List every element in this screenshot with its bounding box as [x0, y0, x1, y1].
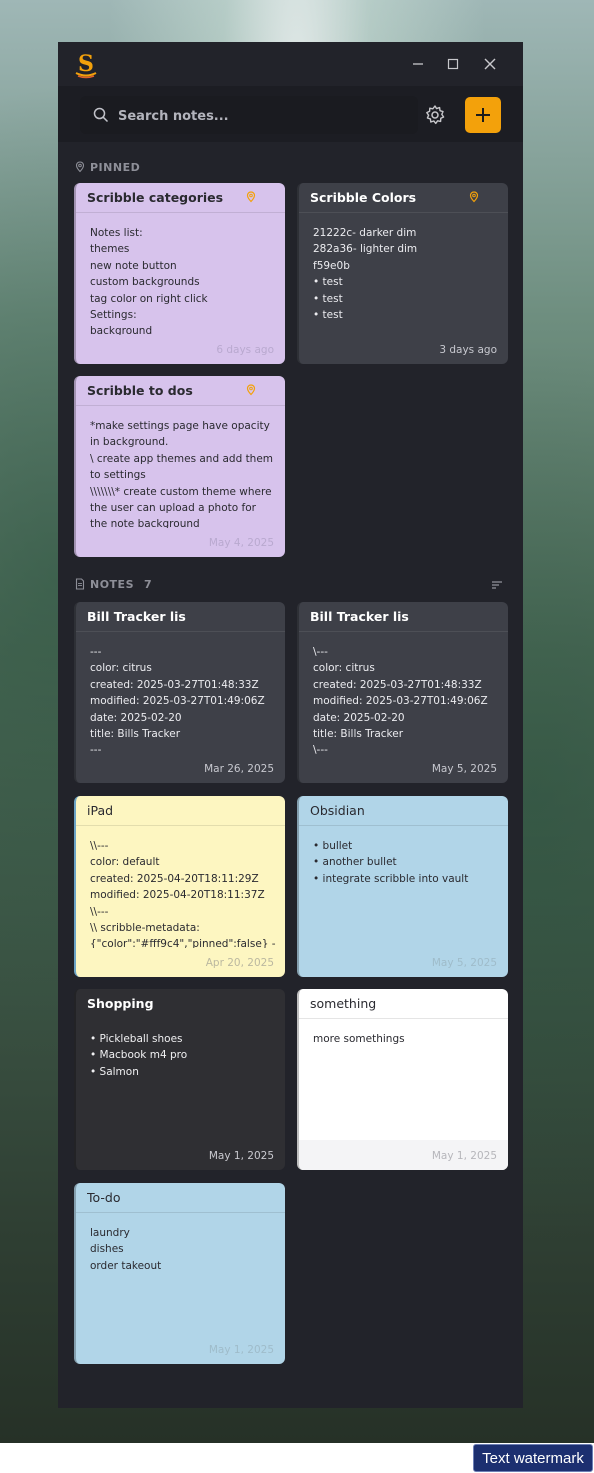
note-divider: [299, 825, 508, 826]
note-divider: [299, 631, 508, 632]
maximize-button[interactable]: [441, 52, 465, 76]
note-title: To-do: [87, 1190, 121, 1205]
close-icon: [484, 58, 496, 70]
note-date: May 5, 2025: [431, 763, 497, 775]
note-preview: • bullet • another bullet • integrate sc…: [313, 840, 469, 885]
note-title: Bill Tracker lis: [87, 609, 186, 624]
app-window: S Search notes... PINNED Scribble catego…: [58, 42, 523, 1408]
notes-section-header: NOTES 7: [74, 576, 194, 594]
note-card[interactable]: Scribble to dos *make settings page have…: [74, 376, 285, 557]
note-date: 6 days ago: [216, 344, 274, 356]
note-preview: more somethings: [313, 1033, 405, 1045]
note-date: May 1, 2025: [208, 1150, 274, 1162]
note-preview: 21222c- darker dim 282a36- lighter dim f…: [313, 227, 418, 322]
note-card[interactable]: something more somethings May 1, 2025: [297, 989, 508, 1170]
note-divider: [76, 1018, 285, 1019]
text-watermark: Text watermark: [473, 1444, 593, 1472]
note-preview: *make settings page have opacity in back…: [90, 420, 274, 528]
note-title: iPad: [87, 803, 114, 818]
gear-icon: [426, 105, 445, 125]
note-title: Scribble to dos: [87, 383, 193, 398]
pinned-marker-icon: [469, 191, 479, 203]
pin-icon: [75, 161, 85, 173]
note-preview: \--- color: citrus created: 2025-03-27T0…: [313, 646, 488, 754]
notes-count: 7: [144, 578, 153, 591]
note-date: May 1, 2025: [431, 1150, 497, 1162]
title-bar[interactable]: S: [58, 42, 523, 86]
search-input[interactable]: [116, 96, 410, 136]
note-card[interactable]: Shopping • Pickleball shoes • Macbook m4…: [74, 989, 285, 1170]
note-date: May 1, 2025: [208, 1344, 274, 1356]
note-title: Obsidian: [310, 803, 365, 818]
note-card[interactable]: Scribble Colors 21222c- darker dim 282a3…: [297, 183, 508, 364]
note-date: May 4, 2025: [208, 537, 274, 549]
minimize-button[interactable]: [406, 52, 430, 76]
note-title: Shopping: [87, 996, 154, 1011]
note-preview: \\--- color: default created: 2025-04-20…: [90, 840, 276, 948]
note-card[interactable]: To-do laundry dishes order takeout May 1…: [74, 1183, 285, 1364]
note-card[interactable]: iPad \\--- color: default created: 2025-…: [74, 796, 285, 977]
note-date: Apr 20, 2025: [205, 957, 274, 969]
pinned-marker-icon: [246, 384, 256, 396]
note-card[interactable]: Bill Tracker lis \--- color: citrus crea…: [297, 602, 508, 783]
document-icon: [75, 578, 85, 590]
note-divider: [76, 825, 285, 826]
note-preview: • Pickleball shoes • Macbook m4 pro • Sa…: [90, 1033, 188, 1078]
pinned-marker-icon: [246, 191, 256, 203]
notes-label: NOTES: [90, 578, 134, 591]
note-divider: [76, 1212, 285, 1213]
note-card[interactable]: Obsidian • bullet • another bullet • int…: [297, 796, 508, 977]
note-date: 3 days ago: [439, 344, 497, 356]
minimize-icon: [413, 63, 423, 65]
toolbar: [58, 86, 523, 142]
add-note-button[interactable]: [465, 97, 501, 133]
settings-button[interactable]: [422, 102, 448, 128]
pinned-label: PINNED: [90, 161, 141, 174]
note-title: Scribble Colors: [310, 190, 417, 205]
note-divider: [299, 1018, 508, 1019]
maximize-icon: [447, 58, 459, 70]
note-divider: [299, 212, 508, 213]
note-card[interactable]: Scribble categories Notes list: themes n…: [74, 183, 285, 364]
plus-icon: [476, 108, 490, 122]
note-preview: Notes list: themes new note button custo…: [90, 227, 208, 335]
note-divider: [76, 405, 285, 406]
search-box[interactable]: [80, 96, 418, 136]
search-icon: [93, 107, 109, 123]
note-title: Scribble categories: [87, 190, 224, 205]
note-divider: [76, 631, 285, 632]
note-title: Bill Tracker lis: [310, 609, 409, 624]
note-date: May 5, 2025: [431, 957, 497, 969]
note-date: Mar 26, 2025: [204, 763, 274, 775]
scribble-logo-icon: S: [75, 51, 97, 79]
note-preview: --- color: citrus created: 2025-03-27T01…: [90, 646, 265, 754]
svg-text:S: S: [78, 51, 94, 77]
close-button[interactable]: [478, 52, 502, 76]
note-divider: [76, 212, 285, 213]
sort-icon[interactable]: [490, 578, 504, 592]
note-preview: laundry dishes order takeout: [90, 1227, 162, 1272]
note-card[interactable]: Bill Tracker lis --- color: citrus creat…: [74, 602, 285, 783]
note-title: something: [310, 996, 377, 1011]
